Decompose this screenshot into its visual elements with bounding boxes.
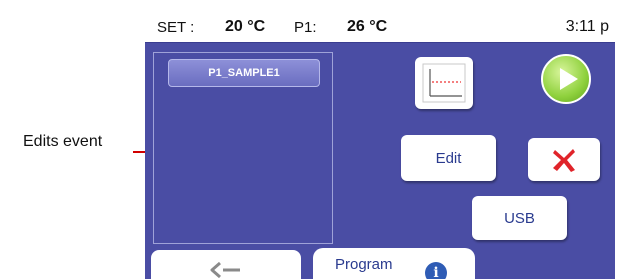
callout-label: Edits event [23,133,103,150]
back-button[interactable] [151,250,301,279]
clock-time: 3:11 p [565,18,609,35]
p1-label: P1: [294,19,317,36]
device-screen: SET : 20 °C P1: 26 °C 3:11 p P1_SAMPLE1 … [145,12,615,279]
p1-value: 26 °C [347,18,388,35]
cancel-button[interactable] [528,138,600,181]
graph-button[interactable] [415,57,473,109]
set-label: SET : [157,19,195,36]
back-arrow-icon [210,261,240,279]
edit-button[interactable]: Edit [401,135,496,181]
play-icon [560,68,578,90]
play-button[interactable] [541,54,591,104]
set-value: 20 °C [225,18,266,35]
info-icon[interactable]: i [425,262,447,279]
status-bar: SET : 20 °C P1: 26 °C 3:11 p [145,12,615,43]
graph-icon [422,63,466,103]
program-tab[interactable]: Program i [313,248,475,279]
usb-button[interactable]: USB [472,196,567,240]
program-list-item[interactable]: P1_SAMPLE1 [168,59,320,87]
program-tab-label: Program [335,256,393,273]
program-list-panel: P1_SAMPLE1 [153,52,333,244]
close-icon [553,148,575,172]
